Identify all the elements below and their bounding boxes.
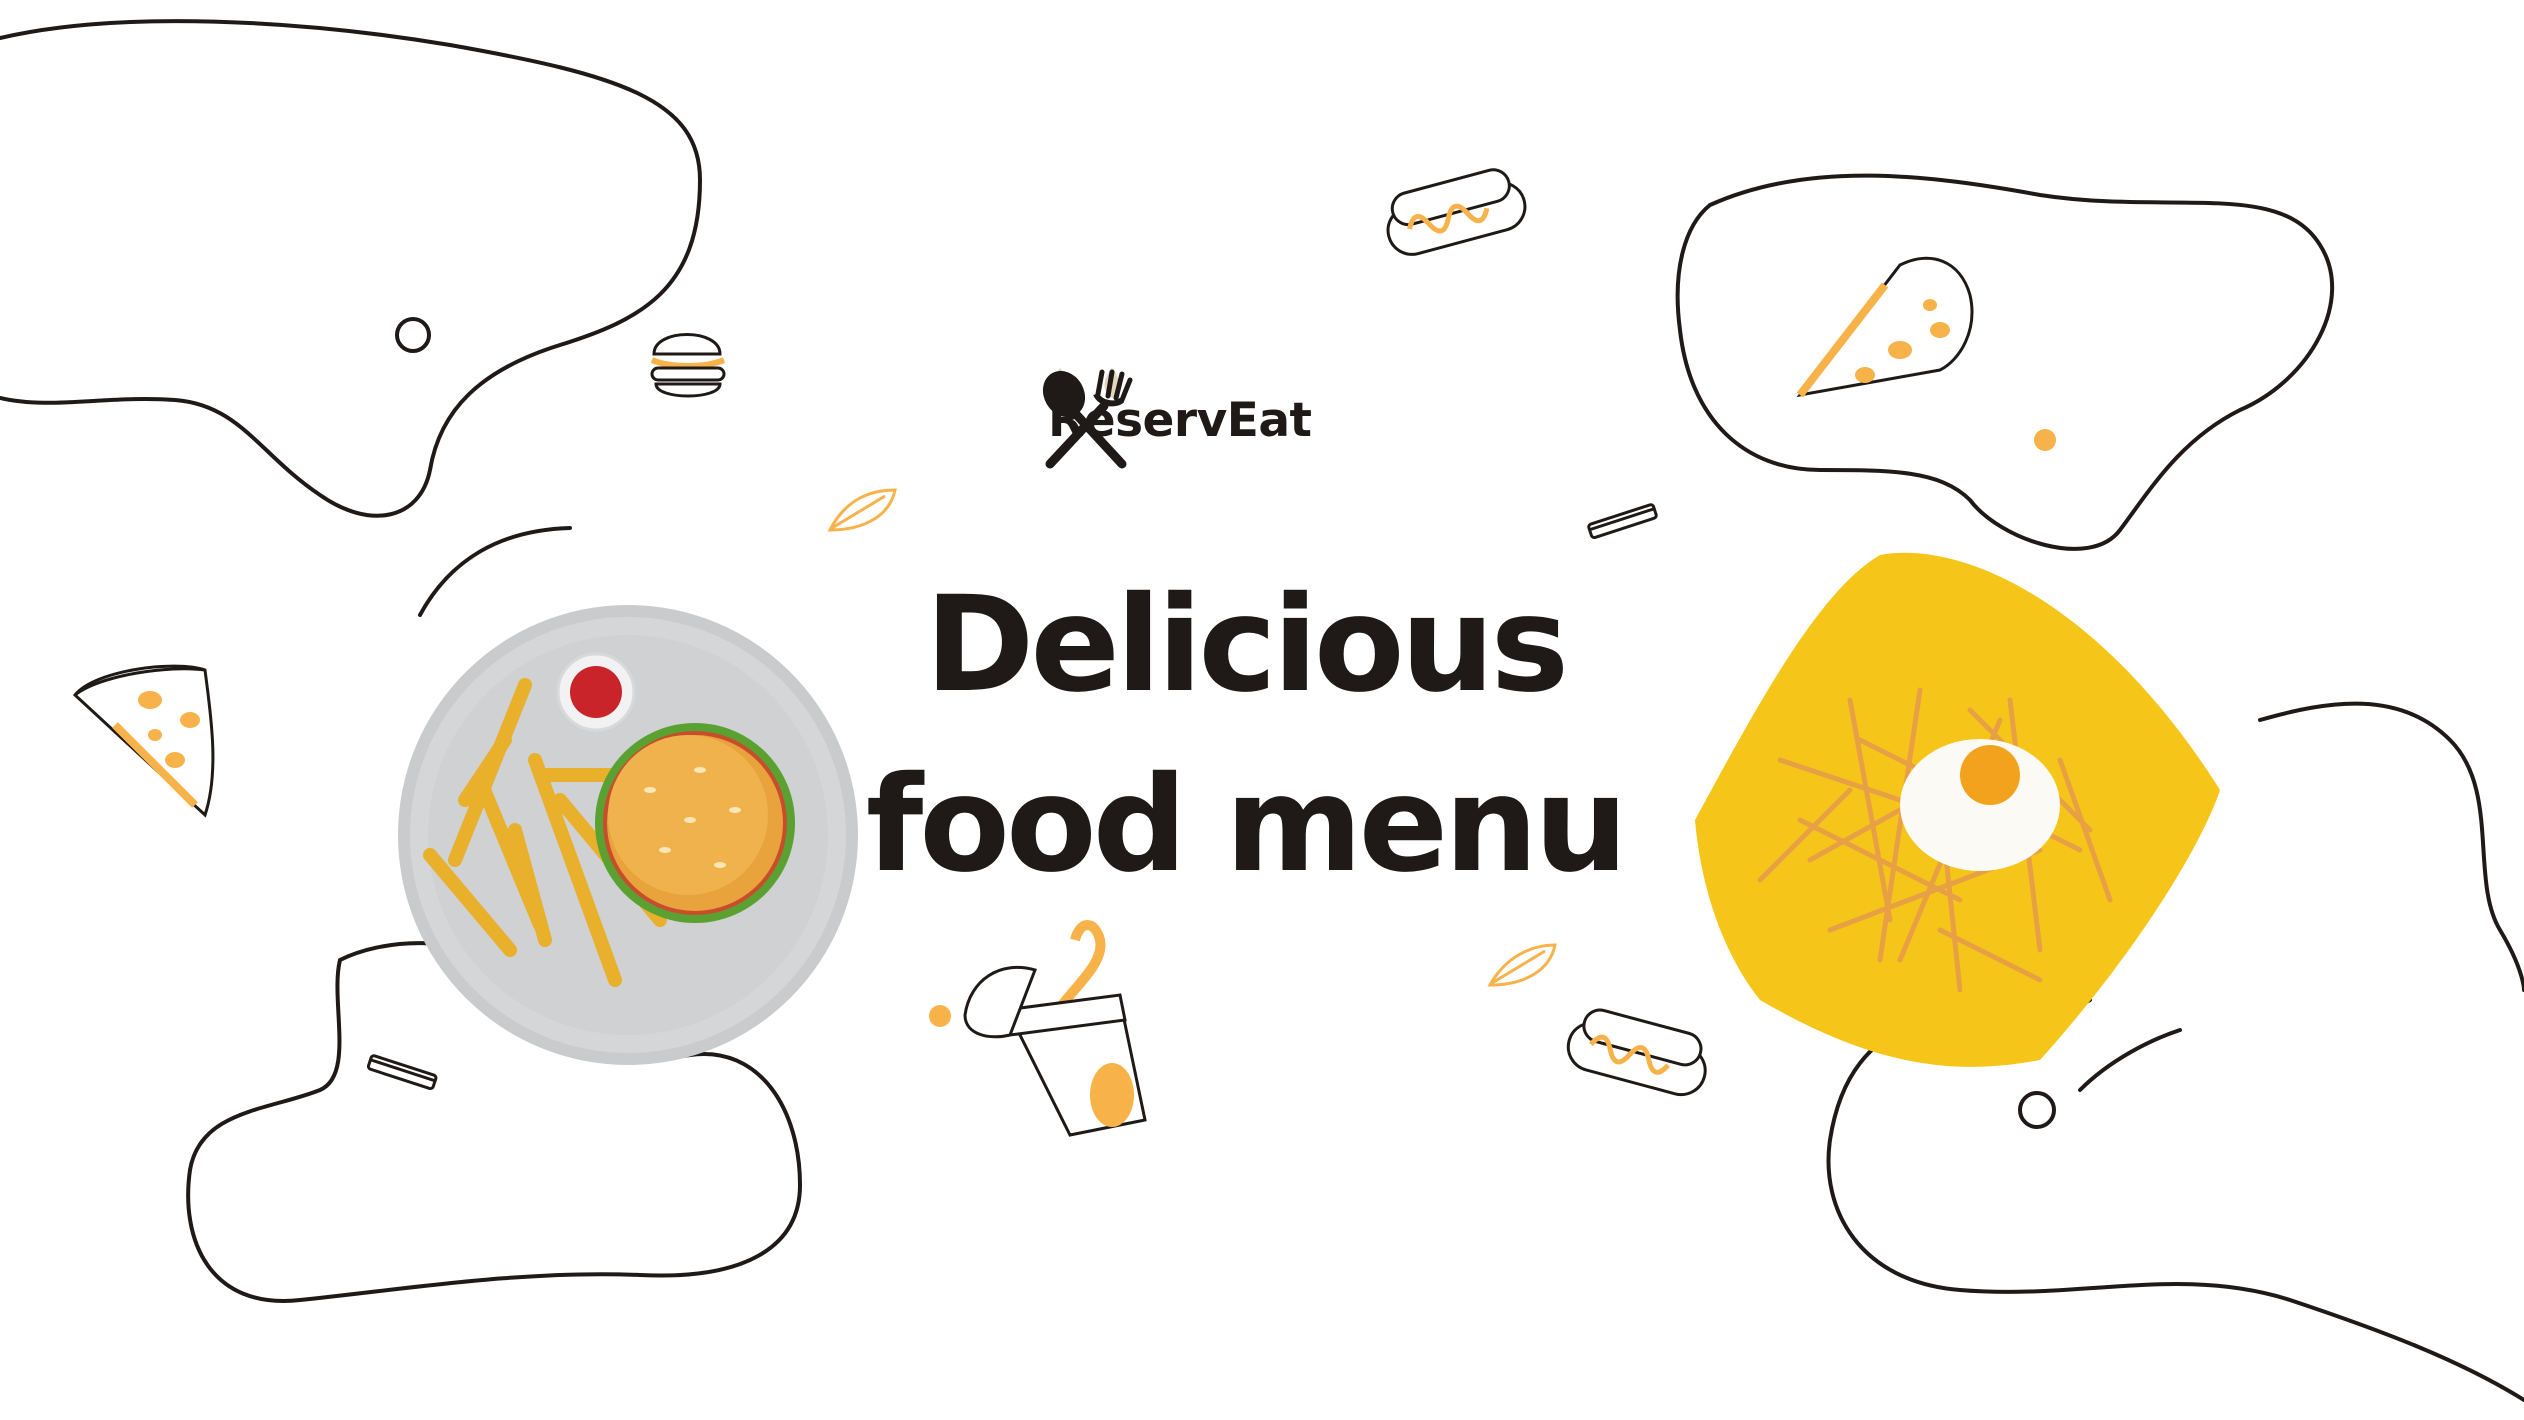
spoon-fork-crossed-icon [1042, 368, 1133, 469]
blob-outline [0, 19, 702, 518]
blob-outline [1675, 173, 2335, 551]
dot-circle [2018, 1091, 2056, 1129]
orange-dot [2034, 429, 2056, 451]
drink-cup-icon [963, 920, 1147, 1137]
hotdog-icon [1386, 168, 1527, 256]
brand-logo: ReservEat [1030, 360, 1312, 480]
hero-headline: Delicious food menu [820, 555, 1670, 915]
headline-line-1: Delicious [924, 568, 1569, 722]
blob-outline [2258, 701, 2524, 992]
pizza-slice-icon [1796, 256, 1974, 398]
burger-icon [650, 333, 726, 398]
dot-circle [395, 317, 431, 353]
headline-line-2: food menu [865, 748, 1628, 902]
egg-plate-image [1695, 552, 2220, 1067]
swoosh-line [418, 526, 572, 617]
swoosh-line [2078, 1028, 2182, 1092]
orange-dot [929, 1005, 951, 1027]
pizza-slice-icon [72, 664, 215, 818]
hotdog-icon [1566, 1008, 1707, 1097]
menu-banner: ReservEat Delicious food menu [0, 0, 2524, 1420]
burger-plate-image [398, 605, 858, 1065]
